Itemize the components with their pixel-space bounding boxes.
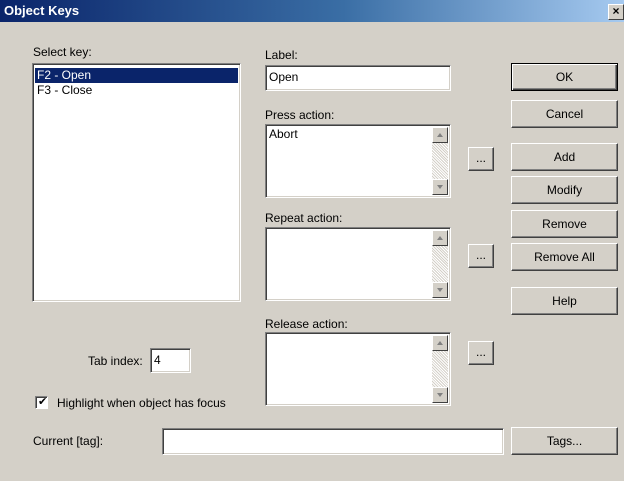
select-key-label: Select key: bbox=[33, 45, 92, 59]
object-keys-dialog: Object Keys × Select key: F2 - Open F3 -… bbox=[0, 0, 624, 481]
highlight-checkbox[interactable]: ✔ bbox=[35, 396, 48, 409]
scroll-down-button[interactable] bbox=[432, 179, 448, 195]
scroll-up-icon bbox=[437, 341, 443, 345]
scroll-down-icon bbox=[437, 288, 443, 292]
close-icon: × bbox=[612, 4, 620, 18]
title-bar[interactable]: Object Keys × bbox=[0, 0, 624, 22]
select-key-list[interactable]: F2 - Open F3 - Close bbox=[32, 63, 241, 302]
modify-button-label: Modify bbox=[546, 183, 583, 197]
press-action-scrollbar[interactable] bbox=[432, 127, 448, 195]
scroll-down-button[interactable] bbox=[432, 282, 448, 298]
current-tag-label: Current [tag]: bbox=[33, 434, 104, 448]
scroll-up-icon bbox=[437, 133, 443, 137]
remove-button-label: Remove bbox=[542, 217, 587, 231]
browse-label: ... bbox=[475, 248, 486, 262]
remove-button[interactable]: Remove bbox=[511, 210, 618, 238]
browse-label: ... bbox=[475, 151, 486, 165]
tab-index-label: Tab index: bbox=[88, 354, 143, 368]
browse-label: ... bbox=[475, 345, 486, 359]
tab-index-input[interactable]: 4 bbox=[150, 348, 191, 373]
release-action-browse-button[interactable]: ... bbox=[468, 341, 494, 365]
repeat-action-scrollbar[interactable] bbox=[432, 230, 448, 298]
repeat-action-label: Repeat action: bbox=[265, 211, 343, 225]
release-action-scrollbar[interactable] bbox=[432, 335, 448, 403]
scroll-up-icon bbox=[437, 236, 443, 240]
current-tag-input[interactable] bbox=[162, 428, 504, 455]
repeat-action-browse-button[interactable]: ... bbox=[468, 244, 494, 268]
help-button-label: Help bbox=[552, 294, 577, 308]
remove-all-button[interactable]: Remove All bbox=[511, 243, 618, 271]
modify-button[interactable]: Modify bbox=[511, 176, 618, 204]
highlight-label: Highlight when object has focus bbox=[57, 396, 226, 410]
label-input-value: Open bbox=[269, 70, 299, 84]
tags-button-label: Tags... bbox=[546, 434, 583, 448]
press-action-textarea[interactable]: Abort bbox=[265, 124, 451, 198]
scroll-up-button[interactable] bbox=[432, 335, 448, 351]
cancel-button[interactable]: Cancel bbox=[511, 100, 618, 128]
label-field-label: Label: bbox=[265, 48, 298, 62]
remove-all-button-label: Remove All bbox=[534, 250, 595, 264]
list-item-f2-open[interactable]: F2 - Open bbox=[35, 68, 238, 83]
release-action-textarea[interactable] bbox=[265, 332, 451, 406]
press-action-label: Press action: bbox=[265, 108, 335, 122]
scroll-down-button[interactable] bbox=[432, 387, 448, 403]
tab-index-value: 4 bbox=[154, 353, 161, 367]
dialog-title: Object Keys bbox=[4, 3, 80, 18]
scroll-up-button[interactable] bbox=[432, 230, 448, 246]
ok-button[interactable]: OK bbox=[511, 63, 618, 91]
press-action-browse-button[interactable]: ... bbox=[468, 147, 494, 171]
cancel-button-label: Cancel bbox=[545, 107, 584, 121]
add-button[interactable]: Add bbox=[511, 143, 618, 171]
release-action-label: Release action: bbox=[265, 317, 348, 331]
checkmark-icon: ✔ bbox=[38, 395, 48, 408]
scroll-down-icon bbox=[437, 393, 443, 397]
scroll-up-button[interactable] bbox=[432, 127, 448, 143]
help-button[interactable]: Help bbox=[511, 287, 618, 315]
list-item-f3-close[interactable]: F3 - Close bbox=[35, 83, 238, 98]
scroll-down-icon bbox=[437, 185, 443, 189]
label-input[interactable]: Open bbox=[265, 65, 451, 91]
ok-button-label: OK bbox=[555, 70, 574, 84]
add-button-label: Add bbox=[553, 150, 576, 164]
repeat-action-textarea[interactable] bbox=[265, 227, 451, 301]
tags-button[interactable]: Tags... bbox=[511, 427, 618, 455]
press-action-value: Abort bbox=[269, 127, 298, 141]
close-button[interactable]: × bbox=[608, 4, 624, 20]
